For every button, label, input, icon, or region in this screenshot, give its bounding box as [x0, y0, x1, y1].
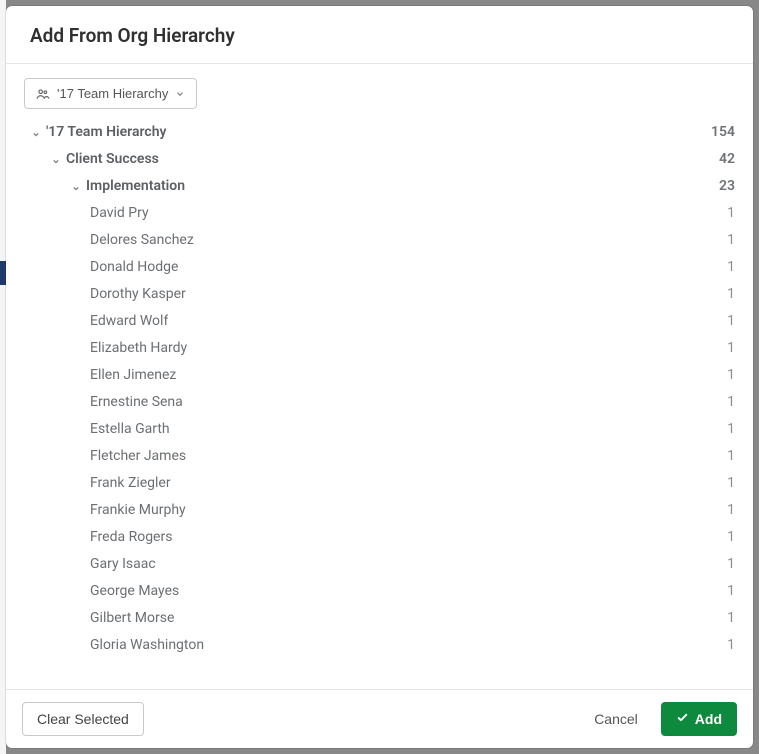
- tree-node-label: '17 Team Hierarchy: [46, 119, 166, 146]
- tree-node-person[interactable]: Ellen Jimenez 1: [24, 362, 735, 389]
- tree-node-person[interactable]: Gloria Washington 1: [24, 632, 735, 659]
- tree-node-person[interactable]: Freda Rogers 1: [24, 524, 735, 551]
- tree-node-label: Client Success: [66, 146, 159, 173]
- tree-node-implementation[interactable]: ⌄ Implementation 23: [24, 173, 735, 200]
- tree-node-count: 1: [727, 470, 735, 497]
- chevron-down-icon: ⌄: [30, 119, 42, 146]
- modal-footer: Clear Selected Cancel Add: [6, 689, 753, 748]
- tree-node-label: Ellen Jimenez: [90, 362, 176, 389]
- tree-node-count: 1: [727, 443, 735, 470]
- add-button-label: Add: [695, 711, 722, 727]
- tree-node-count: 1: [727, 416, 735, 443]
- tree-node-person[interactable]: Elizabeth Hardy 1: [24, 335, 735, 362]
- tree-node-count: 1: [727, 632, 735, 659]
- tree-node-person[interactable]: Frank Ziegler 1: [24, 470, 735, 497]
- modal-title: Add From Org Hierarchy: [30, 24, 729, 47]
- tree-node-label: Fletcher James: [90, 443, 186, 470]
- tree-node-count: 42: [719, 146, 735, 173]
- tree-node-label: Donald Hodge: [90, 254, 178, 281]
- tree-node-count: 1: [727, 308, 735, 335]
- tree-node-count: 154: [711, 119, 735, 146]
- add-from-org-hierarchy-modal: Add From Org Hierarchy '17 Team Hierarch…: [6, 6, 753, 748]
- tree-node-count: 1: [727, 254, 735, 281]
- tree-node-count: 1: [727, 578, 735, 605]
- tree-node-label: Gilbert Morse: [90, 605, 174, 632]
- tree-node-label: Delores Sanchez: [90, 227, 194, 254]
- tree-node-client-success[interactable]: ⌄ Client Success 42: [24, 146, 735, 173]
- add-button[interactable]: Add: [661, 702, 737, 736]
- tree-node-count: 1: [727, 227, 735, 254]
- tree-node-count: 1: [727, 335, 735, 362]
- tree-node-label: David Pry: [90, 200, 149, 227]
- tree-node-label: Freda Rogers: [90, 524, 172, 551]
- tree-node-count: 1: [727, 497, 735, 524]
- hierarchy-dropdown-label: '17 Team Hierarchy: [57, 86, 168, 101]
- tree-node-person[interactable]: Fletcher James 1: [24, 443, 735, 470]
- chevron-down-icon: ⌄: [70, 173, 82, 200]
- tree-node-person[interactable]: Gary Isaac 1: [24, 551, 735, 578]
- clear-selected-button[interactable]: Clear Selected: [22, 702, 144, 736]
- tree-node-label: Frank Ziegler: [90, 470, 171, 497]
- cancel-button[interactable]: Cancel: [579, 702, 653, 736]
- chevron-down-icon: [175, 89, 185, 99]
- tree-node-person[interactable]: Dorothy Kasper 1: [24, 281, 735, 308]
- tree-node-person[interactable]: Delores Sanchez 1: [24, 227, 735, 254]
- tree-node-person[interactable]: George Mayes 1: [24, 578, 735, 605]
- tree-node-person[interactable]: David Pry 1: [24, 200, 735, 227]
- tree-node-count: 1: [727, 281, 735, 308]
- tree-node-count: 1: [727, 362, 735, 389]
- tree-node-count: 23: [719, 173, 735, 200]
- check-icon: [676, 711, 689, 727]
- modal-header: Add From Org Hierarchy: [6, 6, 753, 64]
- tree-node-person[interactable]: Donald Hodge 1: [24, 254, 735, 281]
- org-tree: ⌄ '17 Team Hierarchy 154 ⌄ Client Succes…: [6, 119, 753, 689]
- chevron-down-icon: ⌄: [50, 146, 62, 173]
- tree-node-label: Dorothy Kasper: [90, 281, 186, 308]
- tree-node-count: 1: [727, 389, 735, 416]
- tree-node-person[interactable]: Frankie Murphy 1: [24, 497, 735, 524]
- tree-node-label: Elizabeth Hardy: [90, 335, 187, 362]
- tree-node-label: Gloria Washington: [90, 632, 204, 659]
- tree-node-label: Gary Isaac: [90, 551, 156, 578]
- people-group-icon: [36, 87, 50, 101]
- tree-node-person[interactable]: Ernestine Sena 1: [24, 389, 735, 416]
- tree-node-label: George Mayes: [90, 578, 179, 605]
- tree-node-count: 1: [727, 605, 735, 632]
- tree-node-label: Implementation: [86, 173, 185, 200]
- tree-node-person[interactable]: Estella Garth 1: [24, 416, 735, 443]
- controls-row: '17 Team Hierarchy: [6, 64, 753, 119]
- tree-node-count: 1: [727, 200, 735, 227]
- tree-node-person[interactable]: Gilbert Morse 1: [24, 605, 735, 632]
- tree-node-label: Edward Wolf: [90, 308, 168, 335]
- tree-node-root[interactable]: ⌄ '17 Team Hierarchy 154: [24, 119, 735, 146]
- tree-node-label: Ernestine Sena: [90, 389, 183, 416]
- tree-node-count: 1: [727, 524, 735, 551]
- tree-node-label: Frankie Murphy: [90, 497, 186, 524]
- tree-node-label: Estella Garth: [90, 416, 170, 443]
- tree-node-person[interactable]: Edward Wolf 1: [24, 308, 735, 335]
- hierarchy-dropdown[interactable]: '17 Team Hierarchy: [24, 78, 197, 109]
- tree-node-count: 1: [727, 551, 735, 578]
